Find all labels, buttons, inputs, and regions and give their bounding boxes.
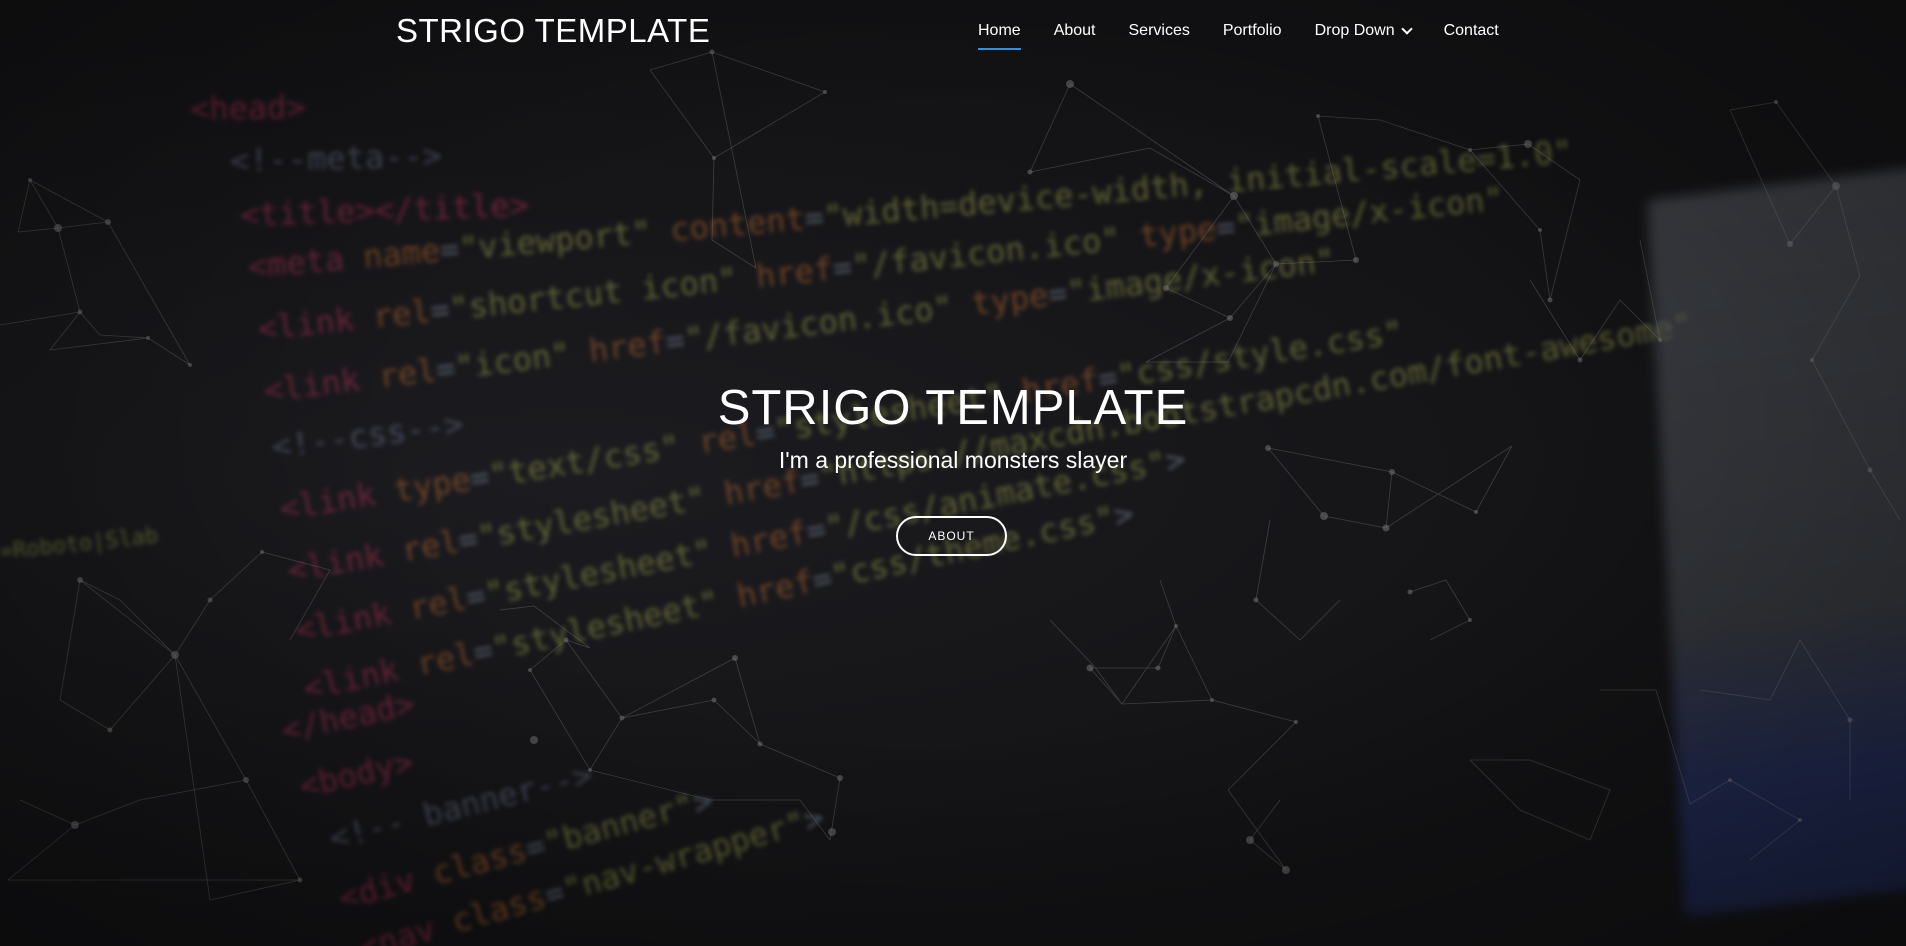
nav-item-label: Home	[978, 22, 1021, 39]
about-button[interactable]: ABOUT	[896, 516, 1007, 556]
nav-item-contact[interactable]: Contact	[1444, 22, 1499, 50]
hero-subtitle: I'm a professional monsters slayer	[778, 447, 1128, 473]
page: <head> <!--meta--> <title></title> <meta…	[0, 0, 1906, 946]
nav-item-label: Services	[1128, 22, 1190, 39]
site-header: STRIGO TEMPLATE Home About Services Port…	[0, 0, 1906, 64]
nav-item-label: Contact	[1443, 22, 1499, 39]
brand-logo-text[interactable]: STRIGO TEMPLATE	[396, 12, 710, 50]
nav-item-home[interactable]: Home	[978, 22, 1021, 50]
nav-item-about[interactable]: About	[1054, 22, 1096, 50]
nav-item-label: Portfolio	[1222, 22, 1282, 39]
nav-item-drop-down[interactable]: Drop Down	[1314, 22, 1413, 50]
chevron-down-icon	[1400, 22, 1413, 35]
main-nav: Home About Services Portfolio Drop Down …	[978, 22, 1532, 50]
nav-item-portfolio[interactable]: Portfolio	[1223, 22, 1282, 50]
hero-title: STRIGO TEMPLATE	[717, 381, 1189, 435]
nav-item-services[interactable]: Services	[1129, 22, 1190, 50]
nav-item-label: Drop Down	[1314, 22, 1395, 39]
nav-item-label: About	[1053, 22, 1096, 39]
